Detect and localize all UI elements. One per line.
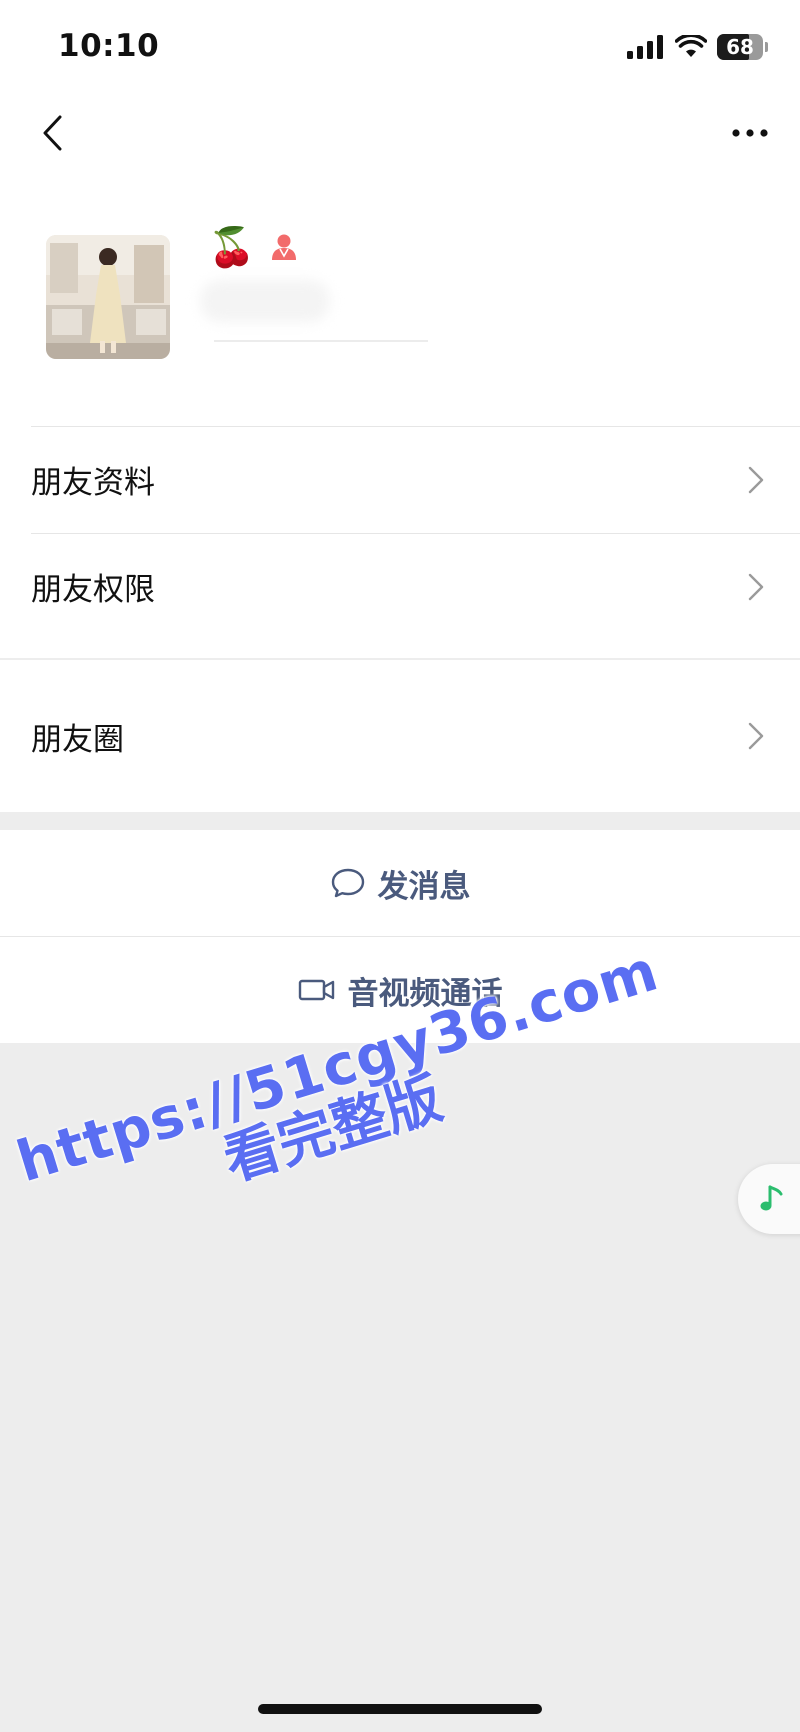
- blurred-nickname: [200, 280, 330, 322]
- battery-cap: [765, 42, 768, 52]
- more-horizontal-icon: [732, 129, 768, 137]
- moments-label: 朋友圈: [31, 721, 124, 758]
- send-message-label: 发消息: [377, 868, 471, 905]
- chevron-right-icon: [748, 466, 764, 493]
- menu-group-1: 朋友资料 朋友权限: [0, 426, 800, 640]
- female-user-icon: [272, 234, 297, 260]
- send-message-button[interactable]: 发消息: [0, 830, 800, 936]
- friend-profile-label: 朋友资料: [31, 465, 155, 501]
- nickname-emoji: 🍒: [208, 225, 256, 269]
- chevron-left-icon: [43, 115, 62, 151]
- avatar-photo: [46, 235, 170, 359]
- back-button[interactable]: [24, 105, 80, 161]
- menu-group-2: 朋友圈: [0, 660, 800, 812]
- chevron-right-icon: [748, 573, 764, 600]
- status-icons: 68: [627, 30, 768, 64]
- home-indicator: [258, 1704, 542, 1714]
- nav-bar: [0, 95, 800, 175]
- music-note-icon: [760, 1185, 783, 1211]
- cellular-signal-icon: [627, 35, 663, 59]
- music-float-button[interactable]: [738, 1164, 800, 1234]
- chat-bubble-icon: [331, 868, 364, 898]
- wifi-icon: [675, 35, 707, 57]
- battery-level: 68: [726, 35, 754, 59]
- friend-permissions-label: 朋友权限: [31, 572, 155, 608]
- status-bar: 10:10 68: [0, 0, 800, 95]
- friend-permissions-row[interactable]: 朋友权限: [0, 533, 800, 640]
- name-underline: [214, 340, 428, 342]
- battery-indicator: 68: [717, 34, 763, 60]
- video-camera-icon: [298, 979, 334, 1001]
- avatar[interactable]: [46, 235, 170, 359]
- more-button[interactable]: [722, 105, 778, 161]
- chevron-right-icon: [748, 722, 764, 750]
- status-time: 10:10: [58, 28, 160, 64]
- profile-header: 🍒: [0, 200, 800, 420]
- name-row: 🍒: [208, 228, 299, 266]
- moments-row[interactable]: 朋友圈: [0, 660, 800, 812]
- friend-profile-row[interactable]: 朋友资料: [0, 426, 800, 533]
